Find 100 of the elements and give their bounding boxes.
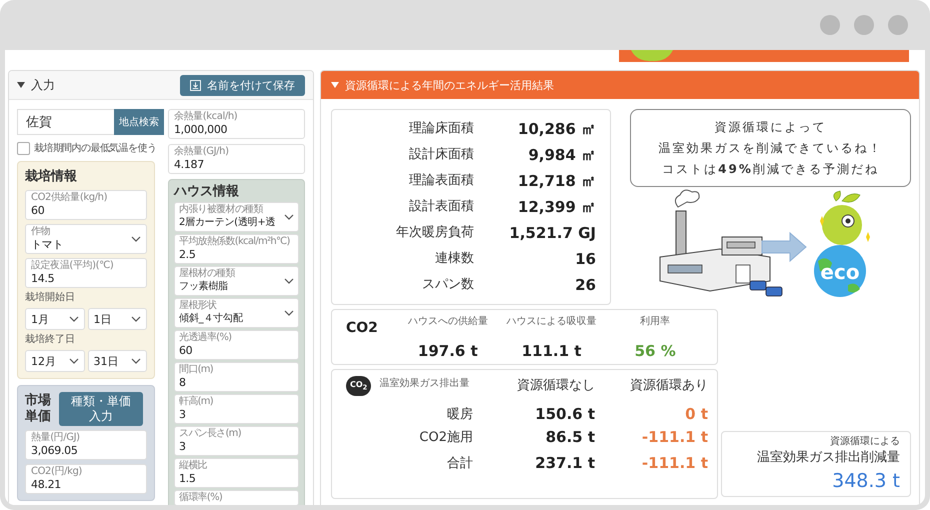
checkbox-label: 栽培期間内の最低気温を使う bbox=[34, 142, 156, 155]
save-button[interactable]: 名前を付けて保存 bbox=[180, 74, 305, 96]
price-input-button[interactable]: 種類・単価入力 bbox=[59, 392, 143, 426]
select-field[interactable]: 31日 bbox=[88, 350, 147, 372]
checkbox[interactable] bbox=[17, 142, 30, 154]
row-label: 合計 bbox=[446, 455, 473, 472]
table-cell-text: 150.6 t bbox=[534, 405, 595, 423]
row-label: 暖房 bbox=[446, 406, 473, 423]
column-header: ハウスによる吸収量 bbox=[506, 314, 596, 328]
stat-label: スパン数 bbox=[421, 276, 474, 294]
date-label: 栽培開始日 bbox=[25, 292, 76, 304]
input-field[interactable]: 余熱量(GJ/h) 4.187 bbox=[168, 144, 305, 174]
reduction-caption: 資源循環による bbox=[830, 435, 900, 448]
input-field[interactable]: CO2(円/kg) 48.21 bbox=[25, 464, 147, 494]
table-cell-text: 86.5 t bbox=[544, 428, 595, 446]
select-field[interactable]: 屋根形状 傾斜_４寸勾配 bbox=[174, 298, 299, 328]
column-header: 利用率 bbox=[640, 314, 670, 328]
select-field[interactable]: 内張り被覆材の種類 2層カーテン(透明+透 bbox=[174, 202, 299, 232]
field-value: 1,000,000 bbox=[174, 123, 228, 137]
message-text: 温室効果ガスを削減できているね！ bbox=[658, 140, 882, 156]
column-header: 資源循環なし bbox=[516, 377, 595, 394]
stat-value: 9,984 ㎡ bbox=[527, 145, 596, 166]
field-label: 屋根形状 bbox=[178, 300, 218, 312]
field-value: 60 bbox=[31, 204, 46, 218]
field-label: 軒高(m) bbox=[178, 396, 214, 408]
table-cell-text: 0 t bbox=[684, 405, 708, 423]
field-value: トマト bbox=[31, 238, 64, 252]
stat-value: 12,399 ㎡ bbox=[516, 197, 596, 218]
message-text: 資源循環によって bbox=[714, 118, 826, 136]
table-cell-text: 237.1 t bbox=[534, 454, 595, 472]
field-value: 3 bbox=[178, 440, 187, 454]
input-field[interactable]: 平均放熱係数(kcal/m²h℃) 2.5 bbox=[174, 234, 299, 264]
field-label: 熱量(円/GJ) bbox=[31, 432, 81, 444]
field-value: 8 bbox=[178, 376, 187, 390]
field-value: フッ素樹脂 bbox=[178, 280, 229, 294]
select-field[interactable]: 1月 bbox=[25, 308, 84, 330]
co2-value: 197.6 t bbox=[418, 342, 478, 360]
field-value: 3,069.05 bbox=[31, 444, 79, 458]
stat-value: 1,521.7 GJ bbox=[508, 223, 596, 244]
field-label: 光透過率(%) bbox=[178, 332, 232, 344]
field-label: CO2(円/kg) bbox=[31, 466, 83, 478]
table-cell-text: -111.1 t bbox=[640, 428, 708, 446]
select-field[interactable]: 12月 bbox=[25, 350, 84, 372]
select-field[interactable]: 作物 トマト bbox=[25, 224, 147, 254]
column-header: ハウスへの供給量 bbox=[408, 315, 488, 328]
stat-value: 16 bbox=[574, 249, 596, 270]
chevron-down-icon bbox=[284, 214, 294, 220]
field-value: 14.5 bbox=[31, 272, 56, 286]
reduction-value: 348.3 t bbox=[832, 470, 900, 492]
field-label: 余熱量(GJ/h) bbox=[174, 146, 230, 158]
collapse-icon[interactable] bbox=[17, 82, 25, 88]
panel-title: 入力 bbox=[31, 76, 56, 94]
field-label: CO2供給量(kg/h) bbox=[31, 192, 108, 204]
column-header: 資源循環あり bbox=[629, 377, 708, 394]
card-title: ハウス情報 bbox=[174, 184, 240, 200]
field-label: 循環率(%) bbox=[178, 492, 224, 504]
input-field[interactable]: 縦横比 1.5 bbox=[174, 458, 299, 488]
window-button[interactable] bbox=[854, 15, 874, 35]
co2-cloud-icon: CO$_{2}$ bbox=[346, 376, 372, 396]
field-value: 2層カーテン(透明+透 bbox=[178, 216, 276, 230]
input-field[interactable]: 軒高(m) 3 bbox=[174, 394, 299, 424]
field-label: 間口(m) bbox=[178, 364, 214, 376]
field-value: 1日 bbox=[94, 312, 112, 326]
field-value: 1.5 bbox=[178, 472, 197, 486]
row-label: CO2施用 bbox=[418, 429, 473, 446]
input-field[interactable]: スパン長さ(m) 3 bbox=[174, 426, 299, 456]
input-field[interactable]: 余熱量(kcal/h) 1,000,000 bbox=[168, 109, 305, 139]
stat-label: 理論表面積 bbox=[408, 172, 474, 190]
save-icon bbox=[190, 80, 201, 90]
location-field[interactable]: 佐賀 bbox=[17, 109, 114, 135]
reduction-title: 温室効果ガス排出削減量 bbox=[757, 449, 900, 466]
input-field[interactable]: 設定夜温(平均)(℃) 14.5 bbox=[25, 258, 147, 288]
field-value: 31日 bbox=[94, 354, 118, 368]
stat-value: 26 bbox=[574, 275, 596, 296]
field-value: 60 bbox=[178, 344, 194, 358]
location-search-button[interactable]: 地点検索 bbox=[114, 109, 164, 135]
field-label: 設定夜温(平均)(℃) bbox=[31, 260, 114, 272]
stat-label: 設計表面積 bbox=[408, 198, 474, 216]
field-value: 傾斜_４寸勾配 bbox=[178, 312, 244, 326]
card-title: 栽培情報 bbox=[25, 168, 78, 186]
input-field[interactable]: 間口(m) 8 bbox=[174, 362, 299, 392]
select-field[interactable]: 1日 bbox=[88, 308, 147, 330]
field-label: 縦横比 bbox=[178, 460, 208, 472]
stat-label: 年次暖房負荷 bbox=[395, 224, 474, 242]
chevron-down-icon bbox=[284, 278, 294, 284]
input-field[interactable]: 熱量(円/GJ) 3,069.05 bbox=[25, 430, 147, 460]
field-label: スパン長さ(m) bbox=[178, 428, 242, 440]
input-field[interactable]: CO2供給量(kg/h) 60 bbox=[25, 190, 147, 220]
select-field[interactable]: 屋根材の種類 フッ素樹脂 bbox=[174, 266, 299, 296]
card-title: CO2 bbox=[346, 319, 379, 338]
chevron-down-icon bbox=[284, 310, 294, 316]
chevron-down-icon bbox=[68, 358, 78, 364]
chevron-down-icon bbox=[68, 316, 78, 322]
input-field[interactable]: 光透過率(%) 60 bbox=[174, 330, 299, 360]
card-title: 市場単価 bbox=[25, 393, 52, 425]
input-field[interactable]: 循環率(%) bbox=[174, 490, 299, 505]
panel-title: 資源循環による年間のエネルギー活用結果 bbox=[345, 78, 554, 92]
field-label: 作物 bbox=[31, 226, 52, 238]
window-button[interactable] bbox=[888, 15, 908, 35]
window-button[interactable] bbox=[820, 15, 840, 35]
